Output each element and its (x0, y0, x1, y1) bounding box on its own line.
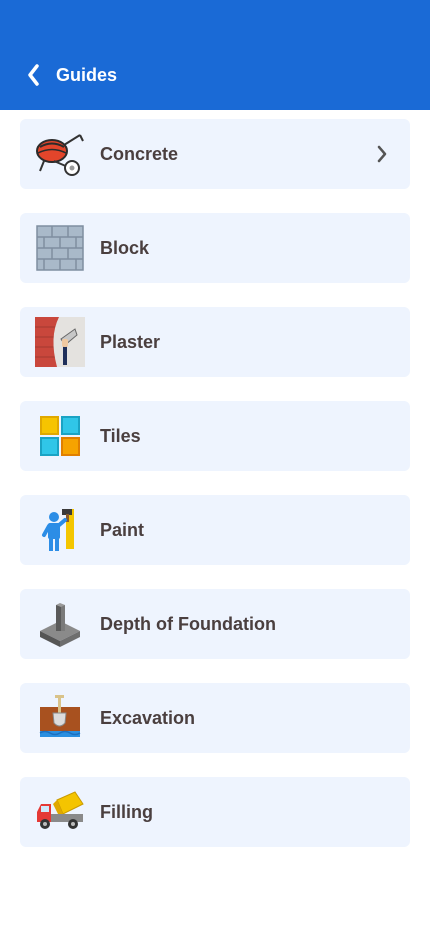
chevron-right-icon (376, 119, 388, 189)
tiles-icon (34, 411, 86, 461)
guide-item-depth-of-foundation[interactable]: Depth of Foundation (20, 589, 410, 659)
guide-item-label: Concrete (100, 143, 179, 164)
page-title: Guides (56, 64, 118, 85)
plaster-trowel-icon (34, 317, 86, 367)
guide-item-block[interactable]: Block (20, 213, 410, 283)
guide-item-plaster[interactable]: Plaster (20, 307, 410, 377)
guide-item-label: Tiles (100, 425, 141, 446)
brick-block-icon (34, 223, 86, 273)
dump-truck-icon (34, 787, 86, 837)
guide-item-filling[interactable]: Filling (20, 777, 410, 847)
guides-list: Concrete Block Plaster Tiles Paint Depth… (20, 119, 410, 871)
guide-item-label: Excavation (100, 707, 196, 728)
guide-item-label: Paint (100, 519, 145, 540)
foundation-icon (34, 599, 86, 649)
guide-item-label: Plaster (100, 331, 161, 352)
guide-item-tiles[interactable]: Tiles (20, 401, 410, 471)
guide-item-label: Block (100, 237, 150, 258)
back-button[interactable]: Guides (22, 60, 117, 90)
concrete-mixer-icon (34, 129, 86, 179)
painter-icon (34, 505, 86, 555)
chevron-left-icon (22, 60, 44, 90)
guide-item-label: Filling (100, 801, 153, 822)
app-header: Guides (0, 0, 430, 110)
guide-item-excavation[interactable]: Excavation (20, 683, 410, 753)
guide-item-concrete[interactable]: Concrete (20, 119, 410, 189)
guide-item-label: Depth of Foundation (100, 613, 276, 634)
guide-item-paint[interactable]: Paint (20, 495, 410, 565)
excavation-shovel-icon (34, 693, 86, 743)
